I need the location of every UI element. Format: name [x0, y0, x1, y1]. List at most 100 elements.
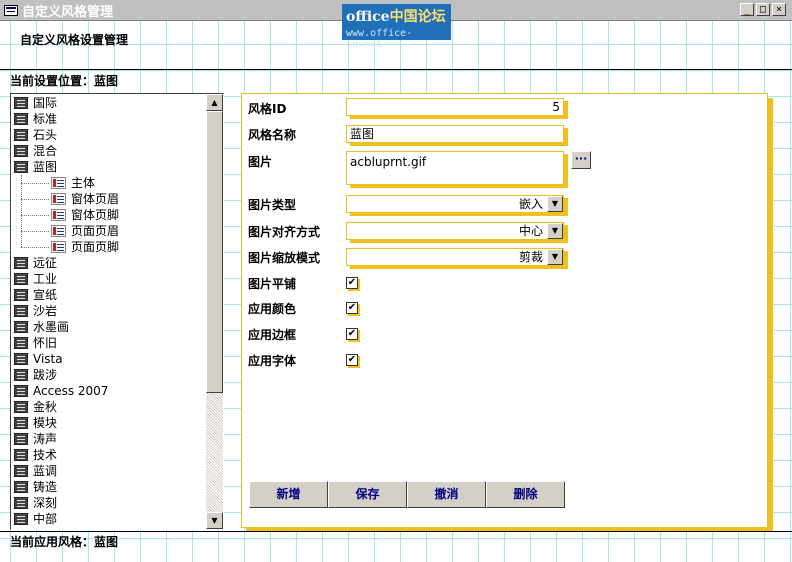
page-title: 自定义风格设置管理	[20, 33, 129, 47]
tree-scrollbar[interactable]: ▲ ▼	[206, 94, 223, 529]
tree-item[interactable]: 涛声	[11, 431, 207, 447]
apply-font-checkbox[interactable]: ✔	[346, 354, 358, 366]
browse-button[interactable]: ···	[571, 151, 591, 169]
tree-child-item[interactable]: 窗体页脚	[11, 207, 207, 223]
window-controls: _ □ ×	[740, 3, 786, 16]
style-cabinet-icon	[14, 369, 28, 381]
style-cabinet-icon	[14, 401, 28, 413]
tree-item[interactable]: 怀旧	[11, 335, 207, 351]
style-cabinet-icon	[14, 385, 28, 397]
tree-item-label: 金秋	[33, 400, 58, 414]
tree-item[interactable]: 混合	[11, 143, 207, 159]
picture-field[interactable]: acbluprnt.gif	[346, 151, 564, 185]
tree-item[interactable]: 跋涉	[11, 367, 207, 383]
tree-item[interactable]: 模块	[11, 415, 207, 431]
apply-border-label: 应用边框	[248, 328, 297, 342]
tree-child-item[interactable]: 页面页脚	[11, 239, 207, 255]
tree-item-label: 水墨画	[33, 320, 70, 334]
tree-item[interactable]: Access 2007	[11, 383, 207, 399]
tree-item-label: 混合	[33, 144, 58, 158]
close-button[interactable]: ×	[772, 3, 786, 16]
picture-align-value: 中心	[518, 224, 543, 238]
form-section-icon	[51, 241, 66, 253]
style-cabinet-icon	[14, 497, 28, 509]
tree-item[interactable]: 石头	[11, 127, 207, 143]
tree-connector	[21, 247, 49, 248]
save-button[interactable]: 保存	[328, 481, 407, 508]
apply-font-label: 应用字体	[248, 354, 297, 368]
scroll-up-button[interactable]: ▲	[206, 94, 223, 111]
apply-border-checkbox[interactable]: ✔	[346, 328, 358, 340]
tree-item[interactable]: 沙岩	[11, 303, 207, 319]
tree-connector	[21, 231, 49, 232]
style-cabinet-icon	[14, 145, 28, 157]
picture-tile-checkbox[interactable]: ✔	[346, 277, 358, 289]
tree-item[interactable]: 标准	[11, 111, 207, 127]
tree-item[interactable]: 蓝图	[11, 159, 207, 175]
tree-item[interactable]: Vista	[11, 351, 207, 367]
tree-item[interactable]: 国际	[11, 95, 207, 111]
picture-type-combo[interactable]: 嵌入 ▼	[346, 195, 564, 213]
tree-item[interactable]: 工业	[11, 271, 207, 287]
tree-item-label: 铸造	[33, 480, 58, 494]
tree-connector-vertical	[21, 175, 22, 247]
style-name-label: 风格名称	[248, 128, 297, 142]
maximize-button[interactable]: □	[756, 3, 770, 16]
tree-item-label: 跋涉	[33, 368, 58, 382]
tree-child-item[interactable]: 主体	[11, 175, 207, 191]
tree-item-label: 深刻	[33, 496, 58, 510]
delete-button[interactable]: 删除	[486, 481, 565, 508]
picture-align-label: 图片对齐方式	[248, 225, 321, 239]
scroll-thumb[interactable]	[206, 111, 223, 393]
tree-item[interactable]: 铸造	[11, 479, 207, 495]
office-cn-logo: office中国论坛 www.office-cn.net	[342, 4, 451, 50]
tree-child-item[interactable]: 页面页眉	[11, 223, 207, 239]
style-cabinet-icon	[14, 273, 28, 285]
current-style-footer: 当前应用风格：蓝图	[10, 535, 119, 549]
style-cabinet-icon	[14, 321, 28, 333]
tree-item[interactable]: 中部	[11, 511, 207, 527]
style-cabinet-icon	[14, 465, 28, 477]
chevron-down-icon[interactable]: ▼	[547, 196, 563, 212]
style-name-field[interactable]: 蓝图	[346, 125, 564, 143]
tree-item[interactable]: 金秋	[11, 399, 207, 415]
tree-item-label: 工业	[33, 272, 58, 286]
tree-connector	[21, 183, 49, 184]
tree-item[interactable]: 远征	[11, 255, 207, 271]
style-cabinet-icon	[14, 513, 28, 525]
picture-tile-label: 图片平铺	[248, 277, 297, 291]
tree-item-label: 涛声	[33, 432, 58, 446]
tree-item-label: 石头	[33, 128, 58, 142]
new-button[interactable]: 新增	[249, 481, 328, 508]
apply-color-checkbox[interactable]: ✔	[346, 302, 358, 314]
picture-zoom-combo[interactable]: 剪裁 ▼	[346, 248, 564, 266]
tree-connector	[21, 215, 49, 216]
tree-item[interactable]: 宣纸	[11, 287, 207, 303]
tree-child-item[interactable]: 窗体页眉	[11, 191, 207, 207]
tree-item[interactable]: 深刻	[11, 495, 207, 511]
minimize-button[interactable]: _	[740, 3, 754, 16]
style-cabinet-icon	[14, 433, 28, 445]
style-id-field[interactable]: 5	[346, 98, 564, 116]
style-tree[interactable]: 国际 标准 石头混合蓝图 主体 窗体页眉 窗体页脚 页面页眉 页面页脚 远征 工业 宣纸 沙岩水墨画怀…	[10, 93, 224, 530]
tree-item[interactable]: 技术	[11, 447, 207, 463]
tree-list: 国际 标准 石头混合蓝图 主体 窗体页眉 窗体页脚 页面页眉 页面页脚 远征 工业 宣纸 沙岩水墨画怀…	[11, 94, 207, 527]
tree-item-label: 沙岩	[33, 304, 58, 318]
picture-type-label: 图片类型	[248, 198, 297, 212]
tree-item[interactable]: 水墨画	[11, 319, 207, 335]
window-title: 自定义风格管理	[22, 4, 114, 20]
style-cabinet-icon	[14, 353, 28, 365]
form-section-icon	[51, 225, 66, 237]
tree-item[interactable]: 蓝调	[11, 463, 207, 479]
scroll-down-button[interactable]: ▼	[206, 512, 223, 529]
chevron-down-icon[interactable]: ▼	[547, 249, 563, 265]
style-cabinet-icon	[14, 289, 28, 301]
undo-button[interactable]: 撤消	[407, 481, 486, 508]
tree-item-label: 蓝图	[33, 160, 58, 174]
style-cabinet-icon	[14, 481, 28, 493]
form-section-icon	[51, 177, 66, 189]
tree-item-label: Vista	[33, 352, 63, 366]
chevron-down-icon[interactable]: ▼	[547, 223, 563, 239]
picture-align-combo[interactable]: 中心 ▼	[346, 222, 564, 240]
style-cabinet-icon	[14, 257, 28, 269]
